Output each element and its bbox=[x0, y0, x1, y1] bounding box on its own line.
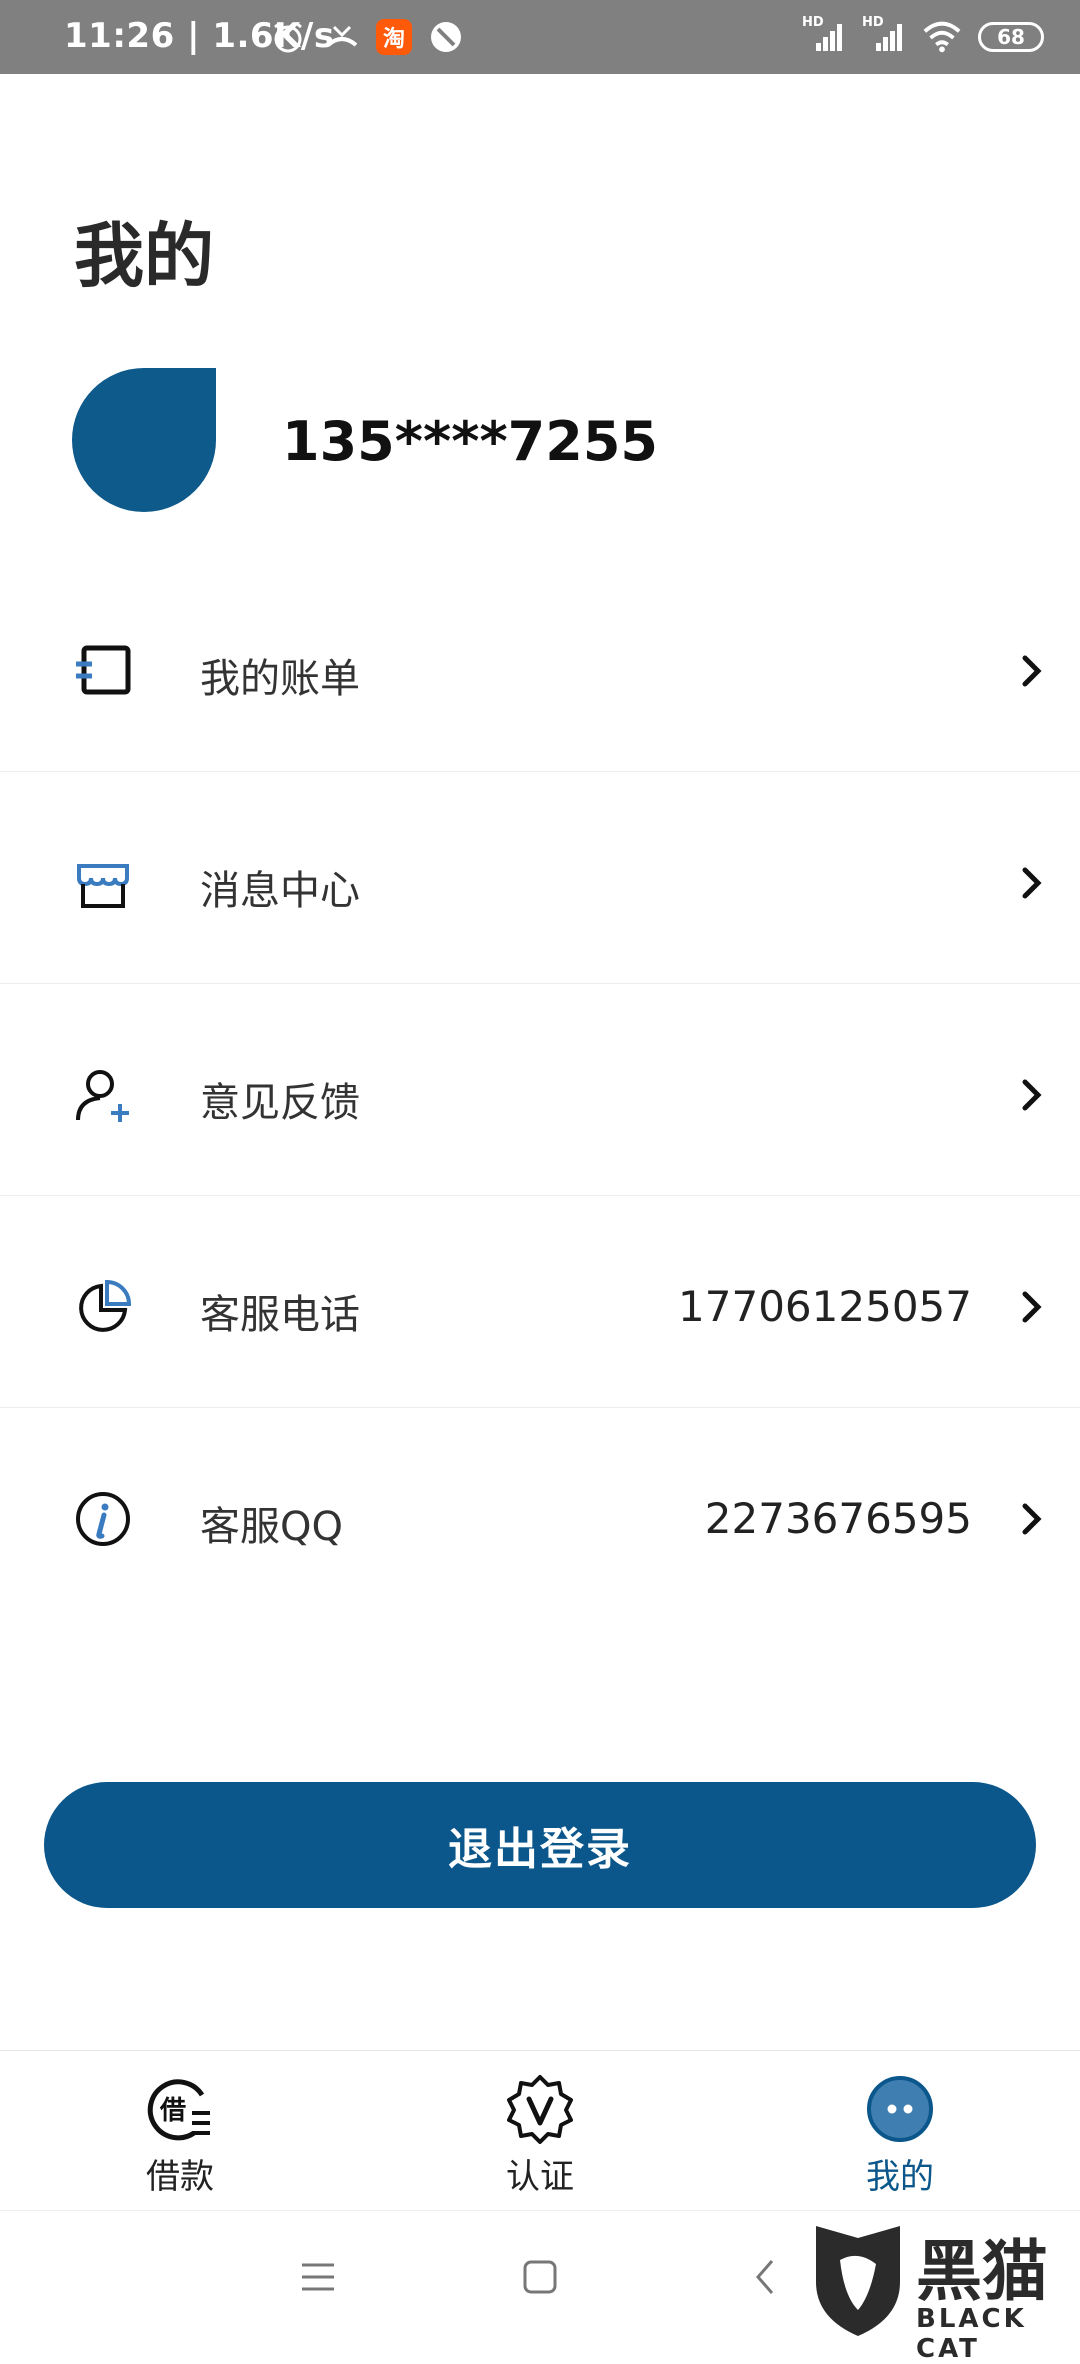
user-add-icon bbox=[76, 1070, 129, 1122]
menu-item-service-phone[interactable]: 客服电话 17706125057 bbox=[0, 1196, 1080, 1408]
tab-verify[interactable]: 认证 bbox=[440, 2073, 640, 2203]
signal-icon-2: HD bbox=[862, 15, 906, 57]
menu-item-messages[interactable]: 消息中心 bbox=[0, 772, 1080, 984]
signal-icon-1: HD bbox=[802, 15, 846, 57]
signal-2-label: HD bbox=[862, 15, 884, 30]
menu-label: 消息中心 bbox=[200, 868, 360, 914]
user-phone: 135****7255 bbox=[282, 410, 658, 473]
tab-label: 借款 bbox=[146, 2157, 214, 2197]
watermark-cn: 黑猫 bbox=[916, 2233, 1048, 2310]
alarm-icon bbox=[268, 17, 308, 57]
taobao-icon: 淘 bbox=[376, 19, 412, 55]
wifi-icon bbox=[922, 17, 962, 57]
verify-badge-icon bbox=[507, 2075, 573, 2144]
black-cat-logo-icon bbox=[816, 2226, 900, 2336]
menu-label: 意见反馈 bbox=[200, 1080, 360, 1126]
service-qq-number: 2273676595 bbox=[704, 1494, 972, 1543]
loan-icon: 借 bbox=[147, 2079, 210, 2141]
chevron-right-icon bbox=[1022, 655, 1042, 687]
menu-item-feedback[interactable]: 意见反馈 bbox=[0, 984, 1080, 1196]
tab-label: 认证 bbox=[506, 2157, 574, 2197]
chevron-right-icon bbox=[1022, 867, 1042, 899]
missed-call-icon bbox=[322, 17, 362, 57]
bill-icon bbox=[76, 645, 131, 695]
signal-1-label: HD bbox=[802, 15, 824, 30]
svg-text:借: 借 bbox=[159, 2096, 186, 2126]
info-icon bbox=[76, 1492, 130, 1546]
menu-label: 客服电话 bbox=[200, 1292, 360, 1338]
status-bar: 11:26 | 1.6K/s 淘 HD HD 68 bbox=[0, 0, 1080, 74]
logout-button[interactable]: 退出登录 bbox=[44, 1782, 1036, 1908]
status-icons-left: 淘 bbox=[268, 14, 466, 60]
menu-icon[interactable] bbox=[296, 2255, 340, 2299]
menu-label: 客服QQ bbox=[200, 1504, 343, 1550]
pie-chart-icon bbox=[79, 1279, 132, 1332]
home-icon[interactable] bbox=[518, 2255, 562, 2299]
page-title: 我的 bbox=[74, 215, 214, 297]
watermark-en: BLACK CAT bbox=[916, 2304, 1027, 2364]
menu-label: 我的账单 bbox=[200, 656, 360, 702]
do-not-disturb-icon bbox=[426, 17, 466, 57]
tab-label: 我的 bbox=[866, 2157, 934, 2197]
tab-loan[interactable]: 借 借款 bbox=[80, 2073, 280, 2203]
bottom-tab-bar: 借 借款 认证 我的 bbox=[0, 2050, 1080, 2211]
watermark: 黑猫 BLACK CAT bbox=[806, 2218, 1076, 2364]
store-message-icon bbox=[77, 864, 129, 908]
tab-mine[interactable]: 我的 bbox=[800, 2073, 1000, 2203]
menu-list: 我的账单 消息中心 意见反馈 客服电话 17706125057 客服QQ 227… bbox=[0, 560, 1080, 1620]
chevron-right-icon bbox=[1022, 1503, 1042, 1535]
menu-item-service-qq[interactable]: 客服QQ 2273676595 bbox=[0, 1408, 1080, 1620]
chevron-right-icon bbox=[1022, 1291, 1042, 1323]
service-phone-number: 17706125057 bbox=[678, 1282, 972, 1331]
menu-item-bills[interactable]: 我的账单 bbox=[0, 560, 1080, 772]
status-icons-right: HD HD 68 bbox=[802, 14, 1044, 60]
battery-indicator: 68 bbox=[978, 22, 1044, 52]
back-icon[interactable] bbox=[744, 2255, 788, 2299]
chevron-right-icon bbox=[1022, 1079, 1042, 1111]
profile-dots-icon bbox=[867, 2076, 933, 2142]
avatar[interactable] bbox=[72, 368, 216, 512]
